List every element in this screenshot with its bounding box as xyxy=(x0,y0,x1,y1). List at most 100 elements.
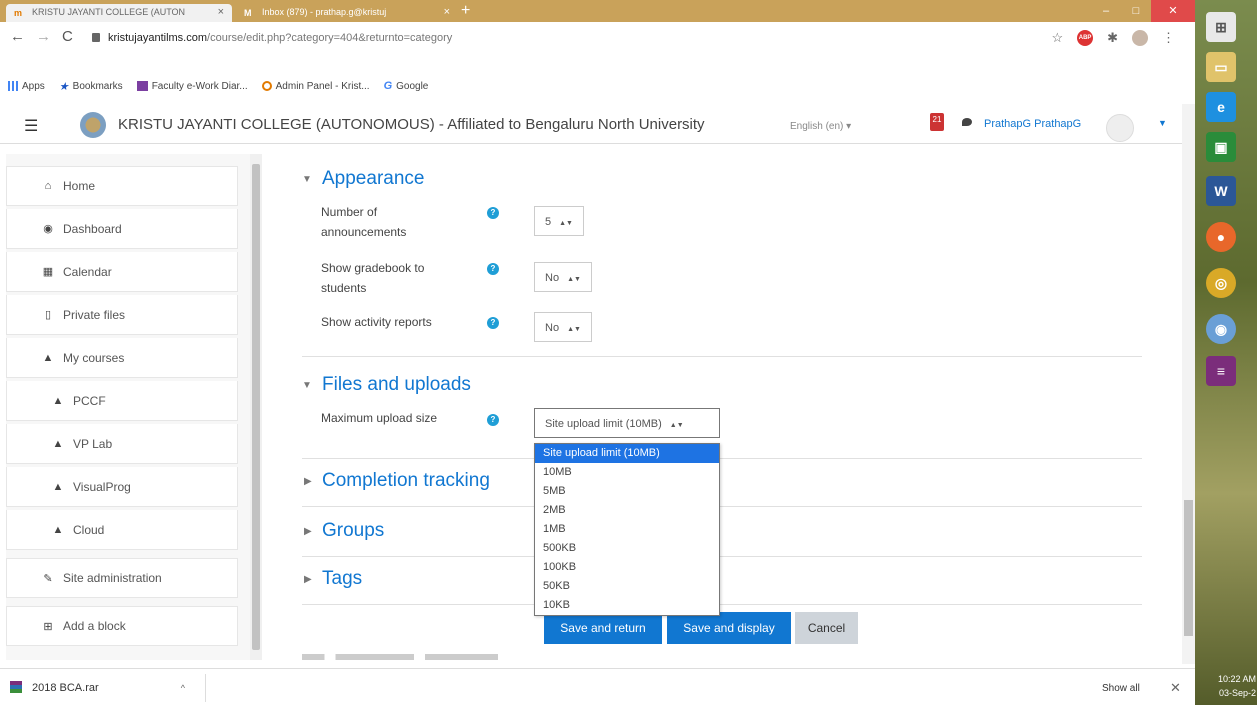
close-window-icon[interactable]: ✕ xyxy=(1151,0,1195,22)
bookmark-faculty[interactable]: Faculty e-Work Diar... xyxy=(136,81,248,92)
maximize-icon[interactable]: □ xyxy=(1121,0,1151,22)
option-10mb[interactable]: 10MB xyxy=(535,463,719,482)
section-completion-title[interactable]: Completion tracking xyxy=(322,470,490,492)
back-icon[interactable]: ← xyxy=(10,28,25,45)
max-upload-options-list[interactable]: Site upload limit (10MB) 10MB 5MB 2MB 1M… xyxy=(534,443,720,616)
nav-dashboard[interactable]: ◉ Dashboard xyxy=(6,209,238,249)
nav-site-administration[interactable]: ✎ Site administration xyxy=(6,558,238,598)
notification-bell-icon[interactable]: 21 xyxy=(930,113,944,131)
winrar-icon[interactable]: ≡ xyxy=(1206,356,1236,386)
announcements-select[interactable]: 5 ▲▼ xyxy=(534,206,584,236)
nav-course-cloud[interactable]: ▲ Cloud xyxy=(6,510,238,550)
help-icon[interactable]: ? xyxy=(487,207,499,219)
activity-reports-select[interactable]: No ▲▼ xyxy=(534,312,592,342)
nav-course-vp-lab[interactable]: ▲ VP Lab xyxy=(6,424,238,464)
option-500kb[interactable]: 500KB xyxy=(535,539,719,558)
word-icon[interactable]: W xyxy=(1206,176,1236,206)
hamburger-menu-icon[interactable]: ☰ xyxy=(24,116,38,136)
url-field[interactable]: kristujayantilms.com/course/edit.php?cat… xyxy=(92,28,992,48)
gmail-favicon-icon: M xyxy=(244,8,252,18)
option-site-limit[interactable]: Site upload limit (10MB) xyxy=(535,444,719,463)
store-icon[interactable]: ▣ xyxy=(1206,132,1236,162)
chevron-up-icon[interactable]: ^ xyxy=(181,674,185,702)
course-settings-form: ▼ Appearance Number of announcements ? 5… xyxy=(262,144,1182,660)
folder-icon[interactable]: ▭ xyxy=(1206,52,1236,82)
firefox-icon[interactable]: ● xyxy=(1206,222,1236,252)
max-upload-label: Maximum upload size xyxy=(321,411,438,425)
tab-gmail[interactable]: M Inbox (879) - prathap.g@kristuj × xyxy=(236,4,458,22)
college-logo[interactable] xyxy=(80,112,106,138)
windows-start-icon[interactable]: ⊞ xyxy=(1206,12,1236,42)
star-bookmark-icon[interactable]: ☆ xyxy=(1051,30,1063,46)
gradebook-select[interactable]: No ▲▼ xyxy=(534,262,592,292)
option-1mb[interactable]: 1MB xyxy=(535,520,719,539)
faculty-favicon-icon xyxy=(136,81,148,91)
bookmark-admin-panel[interactable]: Admin Panel - Krist... xyxy=(261,81,370,92)
page-scrollbar-thumb[interactable] xyxy=(1184,500,1193,636)
nav-private-files[interactable]: ▯ Private files xyxy=(6,295,238,335)
user-name[interactable]: PrathapG PrathapG xyxy=(984,118,1081,130)
section-groups-title[interactable]: Groups xyxy=(322,520,384,542)
chrome-icon[interactable]: ◎ xyxy=(1206,268,1236,298)
menu-kebab-icon[interactable]: ⋮ xyxy=(1162,30,1175,46)
apps-grid-icon xyxy=(8,81,18,91)
language-menu[interactable]: English (en) ▾ xyxy=(790,121,851,132)
section-collapsed-icon[interactable]: ▶ xyxy=(304,574,312,585)
section-tags-title[interactable]: Tags xyxy=(322,568,362,590)
file-icon: ▯ xyxy=(44,309,52,321)
close-tab-icon[interactable]: × xyxy=(218,6,224,18)
option-5mb[interactable]: 5MB xyxy=(535,482,719,501)
sidebar-scrollbar-thumb[interactable] xyxy=(252,164,260,650)
profile-icon[interactable] xyxy=(1132,30,1148,46)
nav-course-visualprog[interactable]: ▲ VisualProg xyxy=(6,467,238,507)
nav-my-courses[interactable]: ▲ My courses xyxy=(6,338,238,378)
admin-favicon-icon xyxy=(261,81,272,91)
max-upload-select[interactable]: Site upload limit (10MB) ▲▼ xyxy=(534,408,720,438)
cancel-button[interactable]: Cancel xyxy=(795,612,858,644)
forward-icon[interactable]: → xyxy=(36,28,51,45)
new-tab-icon[interactable]: + xyxy=(461,2,470,20)
save-and-display-button[interactable]: Save and display xyxy=(667,612,791,644)
nav-course-pccf[interactable]: ▲ PCCF xyxy=(6,381,238,421)
option-2mb[interactable]: 2MB xyxy=(535,501,719,520)
bookmark-bookmarks[interactable]: ★ Bookmarks xyxy=(59,80,123,93)
option-50kb[interactable]: 50KB xyxy=(535,577,719,596)
tab-moodle[interactable]: m KRISTU JAYANTI COLLEGE (AUTON × xyxy=(6,4,232,22)
section-appearance-title[interactable]: Appearance xyxy=(322,168,424,190)
divider xyxy=(302,506,1142,507)
reload-icon[interactable]: C xyxy=(62,28,73,45)
internet-explorer-icon[interactable]: e xyxy=(1206,92,1236,122)
close-tab-icon[interactable]: × xyxy=(444,6,450,18)
help-icon[interactable]: ? xyxy=(487,414,499,426)
nav-calendar[interactable]: ▦ Calendar xyxy=(6,252,238,292)
dashboard-icon: ◉ xyxy=(43,223,53,235)
user-menu-caret-icon[interactable]: ▼ xyxy=(1158,118,1167,128)
media-player-icon[interactable]: ◉ xyxy=(1206,314,1236,344)
download-item[interactable]: 2018 BCA.rar ^ xyxy=(10,674,206,702)
site-name[interactable]: KRISTU JAYANTI COLLEGE (AUTONOMOUS) - Af… xyxy=(118,116,705,133)
section-expanded-icon[interactable]: ▼ xyxy=(302,174,312,185)
nav-add-block[interactable]: ⊞ Add a block xyxy=(6,606,238,646)
minimize-icon[interactable]: – xyxy=(1091,0,1121,22)
adblock-icon[interactable]: ABP xyxy=(1077,30,1094,46)
avatar[interactable] xyxy=(1106,114,1134,142)
option-100kb[interactable]: 100KB xyxy=(535,558,719,577)
section-files-title[interactable]: Files and uploads xyxy=(322,374,471,396)
help-icon[interactable]: ? xyxy=(487,317,499,329)
section-collapsed-icon[interactable]: ▶ xyxy=(304,476,312,487)
section-expanded-icon[interactable]: ▼ xyxy=(302,380,312,391)
gradebook-label-cont: students xyxy=(321,281,367,295)
extensions-icon[interactable]: ✱ xyxy=(1107,30,1118,46)
divider xyxy=(302,356,1142,357)
nav-home[interactable]: ⌂ Home xyxy=(6,166,238,206)
bookmark-apps[interactable]: Apps xyxy=(8,81,45,92)
option-10kb[interactable]: 10KB xyxy=(535,596,719,615)
messages-icon[interactable] xyxy=(962,118,972,126)
gradebook-label: Show gradebook to xyxy=(321,261,425,275)
section-collapsed-icon[interactable]: ▶ xyxy=(304,526,312,537)
save-and-return-button[interactable]: Save and return xyxy=(544,612,662,644)
show-all-link[interactable]: Show all xyxy=(1102,683,1140,694)
close-icon[interactable]: ✕ xyxy=(1170,680,1181,696)
bookmark-google[interactable]: G Google xyxy=(384,80,429,92)
help-icon[interactable]: ? xyxy=(487,263,499,275)
